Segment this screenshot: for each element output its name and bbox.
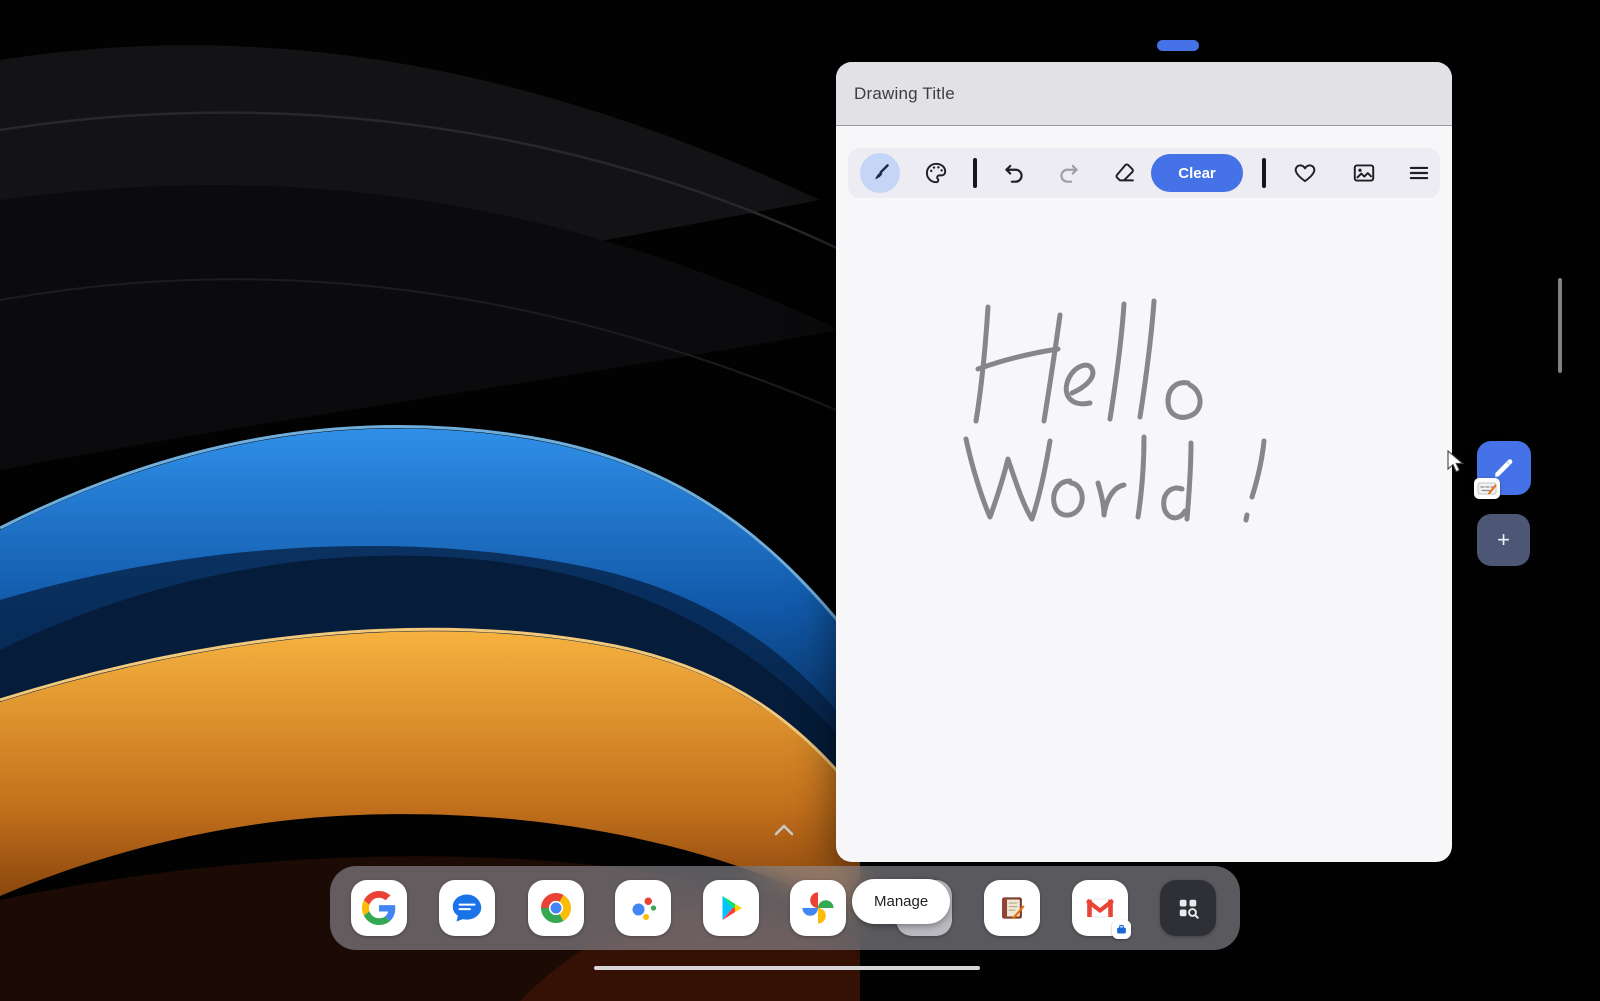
window-titlebar[interactable]: Drawing Title	[836, 62, 1452, 126]
manage-button[interactable]: Manage	[852, 879, 950, 924]
messages-icon	[449, 890, 485, 926]
redo-icon	[1056, 160, 1082, 186]
dock-app-photos[interactable]	[790, 880, 846, 936]
hamburger-menu-icon	[1406, 160, 1432, 186]
book-icon	[995, 891, 1029, 925]
brush-icon	[868, 161, 892, 185]
dock-app-assistant[interactable]	[615, 880, 671, 936]
undo-icon	[1001, 160, 1027, 186]
favorite-button[interactable]	[1292, 160, 1318, 186]
window-drag-handle[interactable]	[1157, 40, 1199, 51]
brush-tool-button[interactable]	[860, 153, 900, 193]
window-title: Drawing Title	[854, 84, 955, 104]
add-note-button[interactable]: +	[1477, 514, 1530, 566]
dock-app-google[interactable]	[351, 880, 407, 936]
drawing-toolbar: Clear	[848, 148, 1440, 198]
clear-button[interactable]: Clear	[1151, 154, 1243, 192]
app-search-icon	[1170, 890, 1206, 926]
palette-tool-button[interactable]	[923, 160, 949, 186]
dock-app-chrome[interactable]	[528, 880, 584, 936]
dock-app-messages[interactable]	[439, 880, 495, 936]
gesture-navigation-bar[interactable]	[594, 966, 980, 970]
drawing-app-window: Drawing Title	[836, 62, 1452, 862]
drawing-canvas[interactable]	[836, 199, 1452, 862]
assistant-icon	[625, 890, 661, 926]
eraser-tool-button[interactable]	[1111, 160, 1137, 186]
play-store-icon	[714, 891, 748, 925]
google-g-icon	[362, 891, 396, 925]
chevron-up-icon[interactable]	[771, 820, 797, 840]
undo-button[interactable]	[1001, 160, 1027, 186]
edge-scrollbar[interactable]	[1558, 278, 1562, 373]
work-briefcase-badge	[1112, 920, 1131, 939]
dock-app-books[interactable]	[984, 880, 1040, 936]
plus-icon: +	[1497, 527, 1510, 553]
gmail-icon	[1082, 890, 1118, 926]
palette-icon	[923, 160, 949, 186]
mouse-cursor	[1446, 450, 1466, 474]
heart-icon	[1292, 160, 1318, 186]
photos-icon	[801, 891, 835, 925]
desktop: Drawing Title	[0, 0, 1600, 1001]
dock-app-search[interactable]	[1160, 880, 1216, 936]
chrome-icon	[538, 890, 574, 926]
insert-image-button[interactable]	[1351, 160, 1377, 186]
dock-app-play-store[interactable]	[703, 880, 759, 936]
taskbar: Manage	[330, 866, 1240, 950]
redo-button[interactable]	[1056, 160, 1082, 186]
eraser-icon	[1111, 160, 1137, 186]
toolbar-divider	[1262, 158, 1266, 188]
toolbar-divider	[973, 158, 977, 188]
image-icon	[1351, 160, 1377, 186]
handwriting-keyboard-icon	[1474, 478, 1500, 499]
stylus-fab-button[interactable]	[1477, 441, 1531, 495]
dock-app-gmail[interactable]	[1072, 880, 1128, 936]
overflow-menu-button[interactable]	[1406, 160, 1432, 186]
